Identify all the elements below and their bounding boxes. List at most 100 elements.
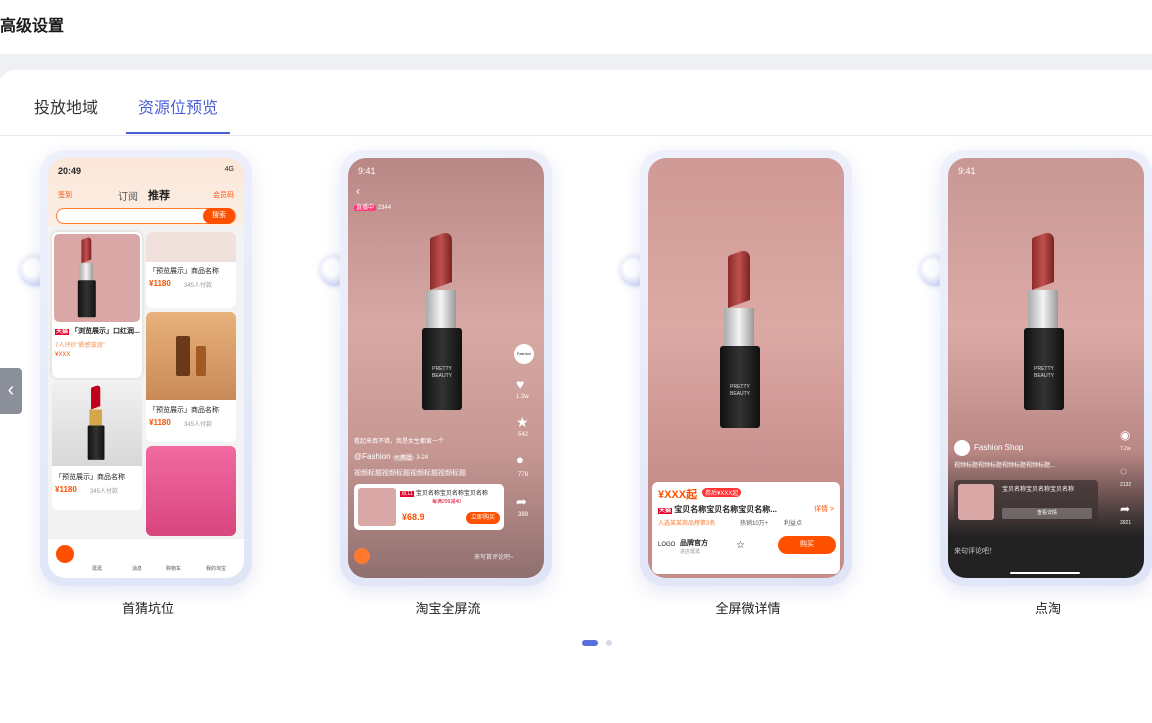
product-card[interactable]: 双11 宝贝名称宝贝名称宝贝名称 每满299减40 ¥68.9 立即购买 — [354, 484, 504, 530]
comment-hint: 看起来真不错，我是女生都爱一个 — [354, 439, 445, 445]
product-detail-panel[interactable]: ¥XXX起 券后¥XXX起 天猫 宝贝名称宝贝名称宝贝名称... 详情 > 入选… — [652, 482, 840, 574]
pagination-dot[interactable] — [606, 640, 612, 646]
nav-recommend[interactable]: 推荐 — [148, 187, 170, 203]
phone-screen: 9:41 ‹ 直播中 2344 PRETTY BEAUTY Fashion ♥ 1… — [348, 158, 544, 578]
like-count: 1.3w — [516, 394, 529, 400]
live-tag: 直播中 — [354, 205, 377, 211]
nav-member-code[interactable]: 会员码 — [213, 190, 234, 200]
back-icon[interactable]: ‹ — [356, 184, 360, 198]
status-time: 9:41 — [958, 166, 976, 176]
phone-frame: 20:49 4G 签到 订阅 推荐 会员码 搜索 天猫 「浏览展示」口红润...… — [40, 150, 252, 586]
product-price: ¥XXX — [55, 352, 71, 358]
phone-screen: 20:49 4G 签到 订阅 推荐 会员码 搜索 天猫 「浏览展示」口红润...… — [48, 158, 244, 578]
avatar[interactable]: Fashion — [514, 344, 534, 364]
phone-frame: PRETTY BEAUTY ¥XXX起 券后¥XXX起 天猫 宝贝名称宝贝名称宝贝… — [640, 150, 852, 586]
product-title: 宝贝名称宝贝名称宝贝名称... — [674, 505, 777, 514]
account-name[interactable]: @Fashion — [354, 452, 391, 461]
search-input[interactable]: 搜索 — [56, 208, 236, 224]
card-caption: 首猜坑位 — [121, 601, 174, 616]
star-outline-icon[interactable]: ☆ — [736, 540, 745, 551]
buy-button[interactable]: 购买 — [778, 536, 836, 554]
tab-label[interactable]: 购物车 — [166, 565, 181, 572]
product-sold: 345人付款 — [184, 422, 213, 428]
phone-frame: 9:41 ‹ 直播中 2344 PRETTY BEAUTY Fashion ♥ 1… — [340, 150, 552, 586]
tab-bar: 投放地域 资源位预览 — [0, 70, 1152, 136]
share-icon[interactable]: ➦ — [1120, 502, 1130, 516]
buy-now-button[interactable]: 立即购买 — [466, 512, 500, 524]
product-sold: 345人付款 — [90, 489, 119, 495]
tab-label[interactable]: 我的淘宝 — [206, 565, 226, 572]
comment-icon[interactable]: ● — [516, 452, 524, 467]
pagination-dot-active[interactable] — [582, 640, 598, 646]
rank-tag: 入选某某商品榜第3名 — [658, 521, 716, 527]
product-card[interactable]: 「预览展示」商品名称 ¥1180 345人付款 — [146, 312, 236, 442]
tab-active-indicator — [126, 132, 230, 134]
star-count: 542 — [518, 432, 529, 438]
phone-screen: 9:41 PRETTY BEAUTY Fashion Shop 视频标题视频标题视… — [948, 158, 1144, 578]
status-signal: 4G — [224, 166, 234, 173]
coupon-price: 券后¥XXX起 — [702, 488, 742, 497]
video-title: 视频标题视频标题视频标题视频标题 — [354, 470, 466, 477]
avatar[interactable] — [954, 440, 970, 456]
nav-checkin[interactable]: 签到 — [58, 190, 72, 200]
search-button[interactable]: 搜索 — [203, 208, 235, 224]
bottom-tab-bar: 逛逛 消息 购物车 我的淘宝 — [48, 538, 244, 578]
post-date: 3-24 — [416, 455, 429, 461]
promo-badge: 双11 — [400, 491, 415, 497]
product-sold: 345人付款 — [184, 283, 213, 289]
card-caption: 全屏微详情 — [715, 601, 781, 616]
card-caption: 淘宝全屏流 — [415, 601, 481, 616]
product-card-highlight[interactable]: 天猫 「浏览展示」口红润... 7人评价"质感滋润" ¥XXX — [52, 232, 142, 378]
product-card[interactable]: 「预览展示」商品名称 ¥1180 345人付款 — [52, 382, 142, 510]
comment-input[interactable]: 来句评论吧！ — [954, 546, 996, 556]
heart-icon[interactable]: ♥ — [516, 376, 524, 392]
product-title: 「浏览展示」口红润... — [70, 328, 140, 335]
follow-button[interactable]: + 关注 — [392, 455, 414, 461]
tab-label[interactable]: 消息 — [132, 565, 142, 572]
comment-count: 2132 — [1120, 482, 1132, 488]
nav-subscribe[interactable]: 订阅 — [118, 188, 138, 203]
share-count: 389 — [518, 512, 529, 518]
product-price: ¥68.9 — [402, 512, 425, 522]
benefit-tag: 利益点 — [784, 521, 803, 527]
detail-link[interactable]: 详情 > — [814, 504, 834, 514]
brand-logo: LOGO — [658, 542, 676, 548]
home-icon[interactable] — [56, 545, 74, 563]
enter-store[interactable]: 进店逛逛 — [680, 548, 700, 555]
comment-count: 778 — [518, 472, 529, 478]
share-count: 3921 — [1120, 520, 1132, 526]
tab-label[interactable]: 逛逛 — [92, 565, 102, 572]
share-icon[interactable]: ➦ — [516, 494, 527, 510]
product-title: 宝贝名称宝贝名称宝贝名称 — [1002, 487, 1075, 493]
tab-region[interactable]: 投放地域 — [34, 94, 98, 118]
card-caption: 点淘 — [1034, 601, 1061, 616]
brand-name[interactable]: 品牌官方 — [680, 538, 708, 548]
live-count: 2344 — [377, 205, 392, 211]
product-title: 「预览展示」商品名称 — [55, 474, 125, 481]
video-title: 视频标题视频标题视频标题视频标题... — [954, 463, 1056, 469]
bag-icon[interactable] — [354, 548, 370, 564]
thumbs-up-icon[interactable]: ◉ — [1120, 428, 1130, 442]
view-detail-button[interactable]: 查看详情 — [1002, 508, 1092, 519]
tmall-badge: 天猫 — [658, 508, 673, 514]
product-review: 7人评价"质感滋润" — [55, 343, 105, 349]
star-icon[interactable]: ★ — [516, 414, 529, 431]
tmall-badge: 天猫 — [55, 329, 70, 335]
product-price: ¥XXX起 — [658, 489, 698, 501]
shop-name[interactable]: Fashion Shop — [974, 443, 1023, 452]
comment-input[interactable]: 来写首评论吧~ — [474, 552, 514, 561]
tab-resource-preview[interactable]: 资源位预览 — [138, 94, 218, 118]
carousel-prev-button[interactable]: ‹ — [0, 368, 22, 414]
product-price: ¥1180 — [149, 279, 171, 288]
product-card[interactable]: 宝贝名称宝贝名称宝贝名称 查看详情 — [954, 480, 1098, 524]
chevron-left-icon: ‹ — [7, 379, 15, 401]
carousel-pagination — [582, 640, 622, 650]
home-indicator — [1010, 572, 1080, 574]
page-title: 高级设置 — [0, 18, 65, 35]
product-title: 宝贝名称宝贝名称宝贝名称 — [415, 491, 488, 497]
status-time: 9:41 — [358, 166, 376, 176]
product-image[interactable] — [146, 446, 236, 536]
product-title: 「预览展示」商品名称 — [149, 268, 219, 275]
comment-icon[interactable]: ◌ — [1120, 464, 1127, 478]
product-card[interactable]: 「预览展示」商品名称 ¥1180 345人付款 — [146, 232, 236, 308]
